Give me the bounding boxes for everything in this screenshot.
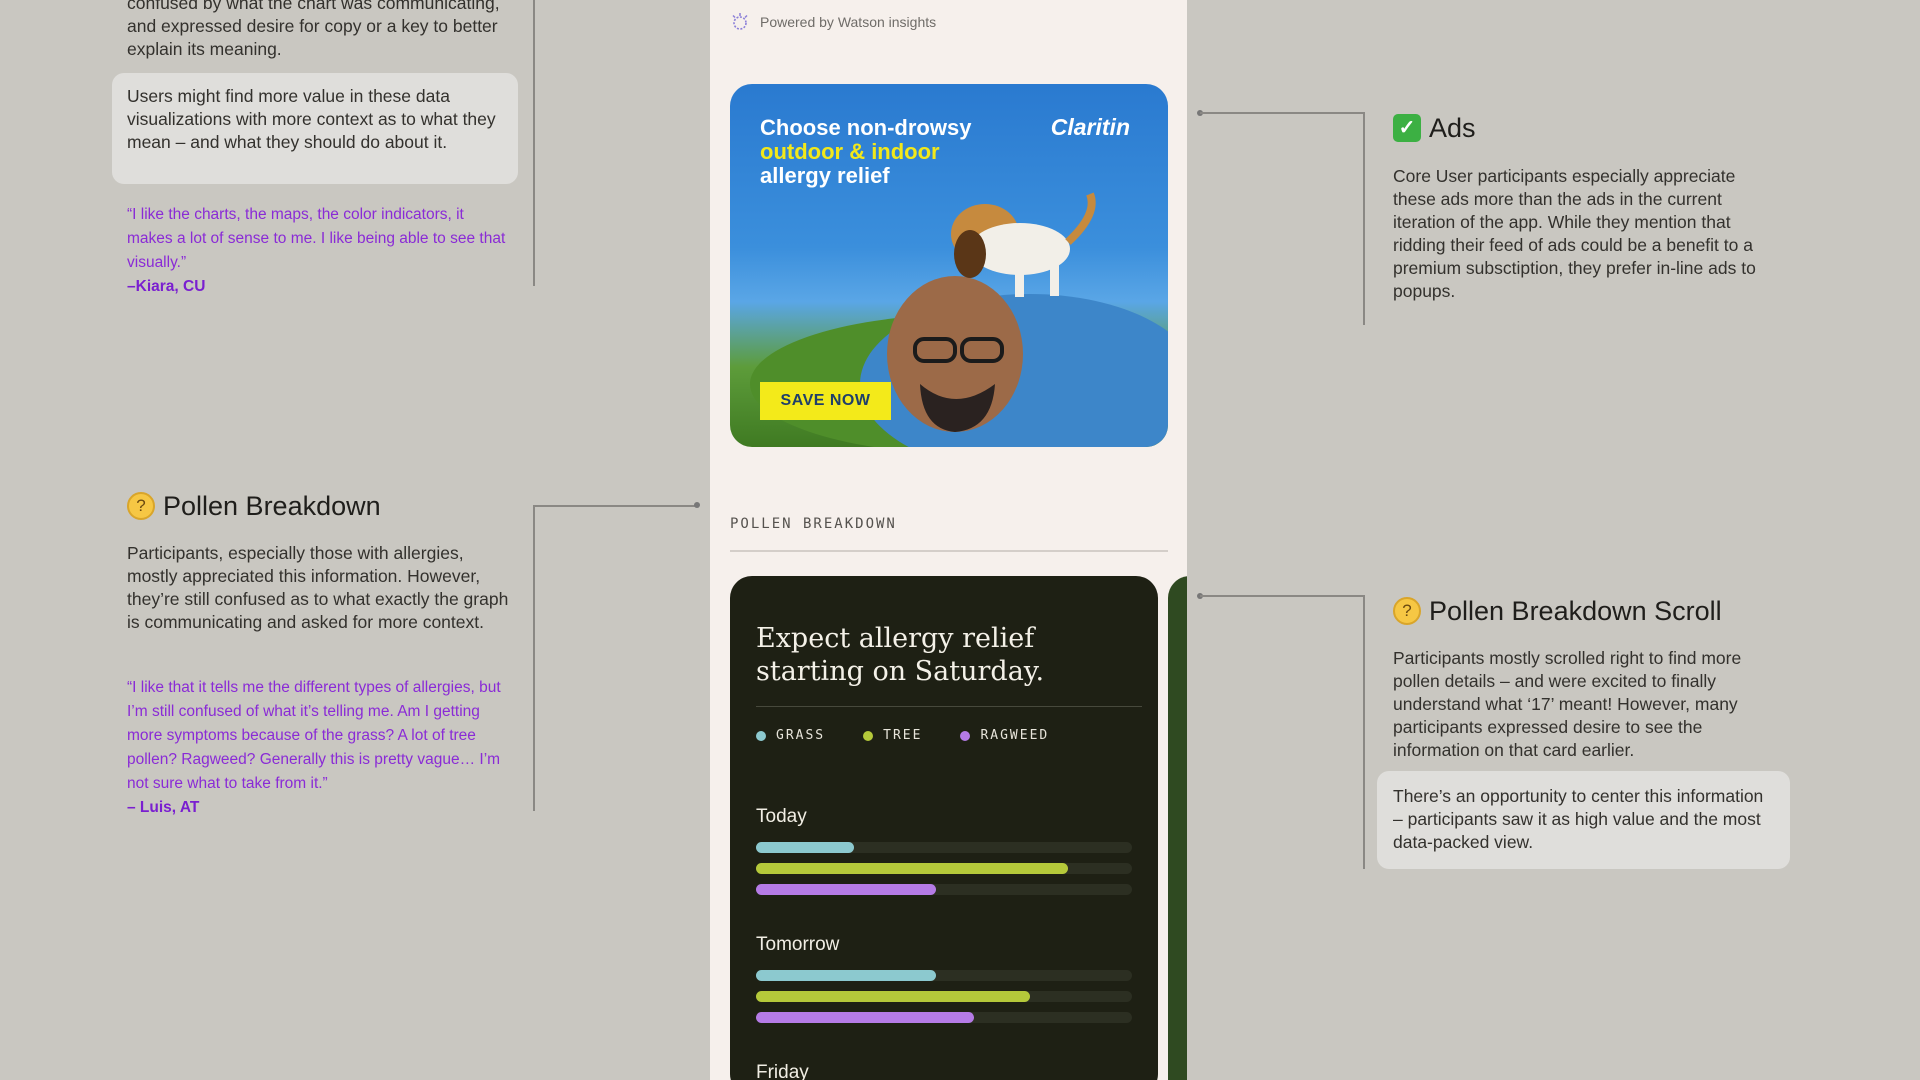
day-label-today: Today	[756, 806, 807, 827]
legend-ragweed-label: RAGWEED	[980, 728, 1050, 743]
quote-kiara: “I like the charts, the maps, the color …	[127, 206, 506, 271]
insight-callout-text: Users might find more value in these dat…	[127, 86, 496, 152]
pollen-scroll-body: Participants mostly scrolled right to fi…	[1393, 648, 1742, 760]
connector-line	[1363, 112, 1365, 325]
day-label-tomorrow: Tomorrow	[756, 934, 840, 955]
watson-icon	[732, 13, 748, 30]
pollen-legend: GRASS TREE RAGWEED	[756, 728, 1049, 743]
pollen-scroll-title: Pollen Breakdown Scroll	[1429, 596, 1722, 626]
thinking-face-icon: ?	[1393, 597, 1421, 625]
opportunity-callout: There’s an opportunity to center this in…	[1377, 771, 1790, 869]
ad-headline-3: allergy relief	[760, 163, 890, 188]
bar-ragweed-today	[756, 884, 936, 895]
bar-grass-today	[756, 842, 854, 853]
intro-text: confused by what the chart was communica…	[127, 0, 500, 59]
bar-tree-tomorrow	[756, 991, 1030, 1002]
ads-heading: ✓ Ads	[1393, 112, 1476, 144]
pollen-breakdown-title: Pollen Breakdown	[163, 491, 381, 521]
pollen-scroll-heading: ? Pollen Breakdown Scroll	[1393, 595, 1722, 627]
ads-body: Core User participants especially apprec…	[1393, 166, 1756, 301]
ads-title: Ads	[1429, 113, 1476, 143]
claritin-ad[interactable]: Choose non-drowsy outdoor & indoor aller…	[730, 84, 1168, 447]
card-divider	[756, 706, 1142, 707]
ad-headline-2: outdoor & indoor	[760, 139, 940, 164]
bar-track	[756, 863, 1132, 874]
pollen-breakdown-heading: ? Pollen Breakdown	[127, 490, 381, 522]
bar-track	[756, 970, 1132, 981]
bar-track	[756, 1012, 1132, 1023]
pollen-card[interactable]: Expect allergy relief starting on Saturd…	[730, 576, 1158, 1080]
tree-dot-icon	[863, 730, 874, 741]
next-card-peek[interactable]	[1168, 576, 1187, 1080]
connector-line	[1363, 595, 1365, 869]
day-label-friday: Friday	[756, 1062, 809, 1080]
legend-tree: TREE	[863, 728, 922, 743]
section-divider	[730, 550, 1168, 552]
connector-line	[533, 505, 535, 811]
quote-luis: “I like that it tells me the different t…	[127, 679, 501, 792]
pollen-breakdown-body: Participants, especially those with alle…	[127, 543, 509, 632]
bar-track	[756, 991, 1132, 1002]
pollen-card-title: Expect allergy relief starting on Saturd…	[756, 623, 1045, 687]
bar-tree-today	[756, 863, 1068, 874]
ragweed-dot-icon	[960, 730, 971, 741]
ad-brand-logo: Claritin	[1050, 114, 1130, 140]
connector-line	[1200, 595, 1364, 597]
legend-grass-label: GRASS	[776, 728, 826, 743]
connector-line	[533, 505, 697, 507]
check-mark-icon: ✓	[1393, 114, 1421, 142]
bar-track	[756, 884, 1132, 895]
connector-line	[1200, 112, 1364, 114]
powered-by: Powered by Watson insights	[730, 12, 936, 32]
thinking-face-icon: ?	[127, 492, 155, 520]
legend-ragweed: RAGWEED	[960, 728, 1049, 743]
insight-callout: Users might find more value in these dat…	[112, 73, 518, 184]
quote-luis-author: – Luis, AT	[127, 799, 200, 816]
opportunity-callout-text: There’s an opportunity to center this in…	[1393, 786, 1764, 852]
ad-headline-1: Choose non-drowsy	[760, 115, 972, 140]
bar-grass-tomorrow	[756, 970, 936, 981]
save-now-button[interactable]: SAVE NOW	[760, 382, 891, 420]
bar-track	[756, 842, 1132, 853]
powered-by-text: Powered by Watson insights	[760, 14, 937, 30]
quote-kiara-author: –Kiara, CU	[127, 278, 206, 295]
legend-grass: GRASS	[756, 728, 825, 743]
legend-tree-label: TREE	[883, 728, 923, 743]
pollen-breakdown-label: POLLEN BREAKDOWN	[730, 516, 897, 532]
phone-screen: Powered by Watson insights Choose non-dr…	[710, 0, 1187, 1080]
grass-dot-icon	[756, 730, 766, 741]
bar-ragweed-tomorrow	[756, 1012, 974, 1023]
connector-dot	[694, 502, 700, 508]
connector-line	[533, 0, 535, 286]
